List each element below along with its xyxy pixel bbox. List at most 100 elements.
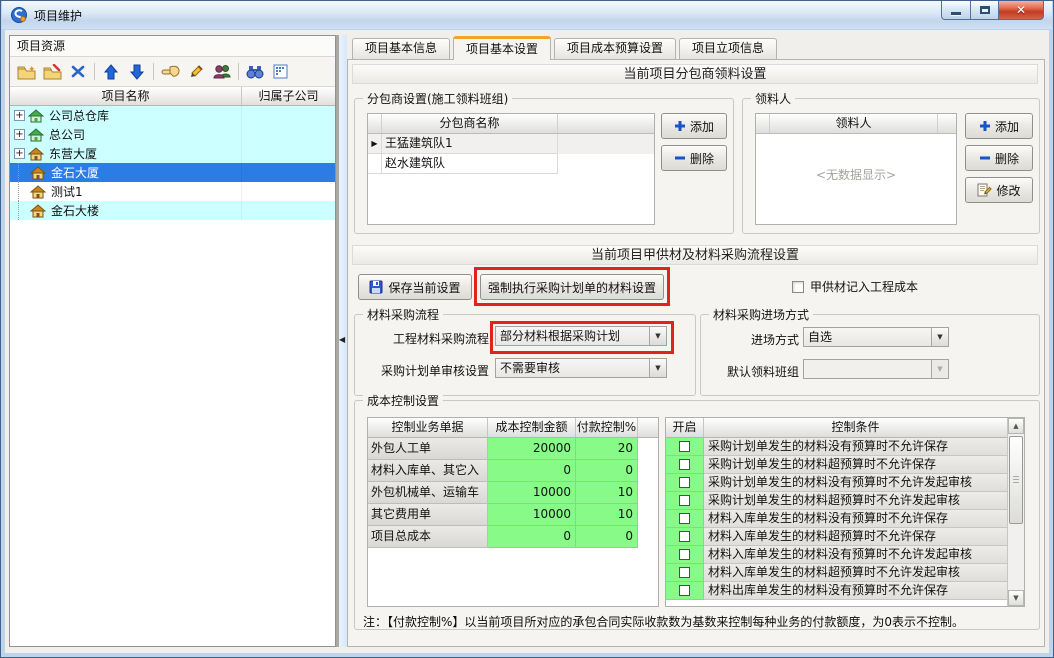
tab-2[interactable]: 项目基本设置 [453,36,552,60]
chevron-down-icon[interactable]: ▼ [649,359,666,377]
tab-content: 当前项目分包商领料设置 分包商设置(施工领料班组) 分包商名称 ▶ 王猛建筑队1 赵… [347,59,1045,647]
cost-amount-cell[interactable]: 10000 [488,504,576,526]
scrollbar-thumb[interactable] [1009,436,1023,524]
cost-control-table: 控制业务单据 成本控制金额 付款控制% 外包人工单 20000 20 材料入库单、其它… [367,417,659,607]
toolbar-move-down-button[interactable] [124,60,150,84]
column-cost-amount[interactable]: 成本控制金额 [488,418,576,437]
tree-row-company-cell [242,163,335,182]
condition-checkbox[interactable] [679,585,690,596]
tree-column-project-name[interactable]: 项目名称 [10,87,242,105]
condition-checkbox[interactable] [679,495,690,506]
collapse-left-icon: ◀ [339,335,346,344]
panel-splitter[interactable]: ◀ [336,35,347,647]
chevron-down-icon[interactable]: ▼ [649,327,666,345]
subcontractor-delete-button[interactable]: 删除 [661,145,727,171]
subcontractor-add-button[interactable]: 添加 [661,113,727,139]
row-indicator [368,154,382,174]
maximize-button[interactable] [970,1,999,20]
picker-modify-button[interactable]: 修改 [965,177,1033,203]
toolbar-edit-folder-button[interactable] [39,60,65,84]
column-condition[interactable]: 控制条件 [704,418,1007,437]
scroll-down-icon[interactable]: ▼ [1008,590,1024,606]
condition-checkbox[interactable] [679,513,690,524]
payment-control-cell[interactable]: 10 [576,482,638,504]
expand-toggle-icon[interactable]: + [14,148,25,159]
payment-control-cell[interactable]: 0 [576,526,638,548]
toolbar-rename-button[interactable] [183,60,209,84]
condition-checkbox[interactable] [679,549,690,560]
toolbar-assign-button[interactable] [157,60,183,84]
toolbar-find-button[interactable] [242,60,268,84]
tree-row[interactable]: + 公司总仓库 [10,106,335,125]
table-row[interactable]: ▶ 王猛建筑队1 [368,134,654,154]
force-button-label: 强制执行采购计划单的材料设置 [487,280,656,295]
default-picking-team-combobox[interactable]: ▼ [803,359,949,379]
project-tree: + 公司总仓库 + 总公司 + 东营大厦金石大厦测试1 金石大楼 [10,106,335,220]
toolbar-add-folder-button[interactable]: ✦ [13,60,39,84]
picker-delete-button[interactable]: 删除 [965,145,1033,171]
house-green-icon [28,108,45,123]
toolbar-columns-button[interactable] [268,60,294,84]
column-doc-type[interactable]: 控制业务单据 [368,418,488,437]
house-yellow-icon [28,146,45,161]
minimize-button[interactable] [941,1,971,20]
column-subcontractor-name[interactable]: 分包商名称 [382,114,558,133]
tree-row[interactable]: + 总公司 [10,125,335,144]
tree-row[interactable]: + 东营大厦 [10,144,335,163]
tree-row[interactable]: 测试1 [10,182,335,201]
picker-add-button[interactable]: 添加 [965,113,1033,139]
expand-toggle-icon[interactable]: + [14,129,25,140]
condition-enabled-cell [666,456,704,474]
column-enabled[interactable]: 开启 [666,418,704,437]
scroll-up-icon[interactable]: ▲ [1008,418,1024,434]
table-row[interactable]: 赵水建筑队 [368,154,654,174]
toolbar-users-button[interactable] [209,60,235,84]
column-payment-control[interactable]: 付款控制% [576,418,638,437]
tree-column-subsidiary[interactable]: 归属子公司 [242,87,335,105]
condition-checkbox[interactable] [679,567,690,578]
payment-control-cell[interactable]: 10 [576,504,638,526]
toolbar-move-up-button[interactable] [98,60,124,84]
condition-enabled-cell [666,528,704,546]
force-purchase-plan-button[interactable]: 强制执行采购计划单的材料设置 [480,274,664,300]
picker-groupbox: 领料人 领料人 <无数据显示> 添加删除修改 [742,90,1040,234]
payment-control-cell[interactable]: 20 [576,438,638,460]
save-settings-button[interactable]: 保存当前设置 [358,274,472,300]
entry-mode-combobox[interactable]: 自选 ▼ [803,327,949,347]
column-picker-name[interactable]: 领料人 [770,114,938,133]
cost-amount-cell[interactable]: 20000 [488,438,576,460]
cost-amount-cell[interactable]: 10000 [488,482,576,504]
client-area: 项目资源 ✦ 项目名称 归属子公司 + 公司总仓库 + 总公司 + 东营大厦 金石大厦 测试1… [5,30,1049,653]
tab-1[interactable]: 项目基本信息 [352,38,451,59]
minus-icon [674,152,686,164]
svg-text:✦: ✦ [28,65,36,75]
cost-amount-cell[interactable]: 0 [488,460,576,482]
condition-checkbox[interactable] [679,477,690,488]
vertical-scrollbar[interactable]: ▲ ▼ [1007,418,1024,606]
condition-checkbox[interactable] [679,531,690,542]
entry-mode-groupbox: 材料采购进场方式 进场方式 自选 ▼ 默认领料班组 ▼ [700,306,1040,396]
picker-table: 领料人 <无数据显示> [755,113,957,225]
payment-control-cell[interactable]: 0 [576,460,638,482]
toolbar-delete-button[interactable] [65,60,91,84]
owner-material-checkbox[interactable] [792,280,804,293]
tree-item-label: 金石大厦 [51,166,100,180]
close-button[interactable]: ✕ [998,1,1044,20]
tree-row[interactable]: 金石大楼 [10,201,335,220]
users-icon [212,64,232,79]
material-flow-combobox[interactable]: 部分材料根据采购计划 ▼ [495,326,667,346]
expand-toggle-icon[interactable]: + [14,110,25,121]
row-indicator-header [756,114,770,133]
tab-3[interactable]: 项目成本预算设置 [554,38,677,59]
condition-checkbox[interactable] [679,459,690,470]
chevron-down-icon[interactable]: ▼ [931,328,948,346]
control-condition-table: 开启 控制条件 采购计划单发生的材料没有预算时不允许保存 采购计划单发生的材料超预… [665,417,1025,607]
find-icon [246,64,264,79]
tree-row[interactable]: 金石大厦 [10,163,335,182]
condition-checkbox[interactable] [679,441,690,452]
cost-amount-cell[interactable]: 0 [488,526,576,548]
tab-4[interactable]: 项目立项信息 [679,38,778,59]
table-header: 控制业务单据 成本控制金额 付款控制% [368,418,658,438]
plan-audit-combobox[interactable]: 不需要审核 ▼ [495,358,667,378]
minimize-icon [951,12,961,15]
